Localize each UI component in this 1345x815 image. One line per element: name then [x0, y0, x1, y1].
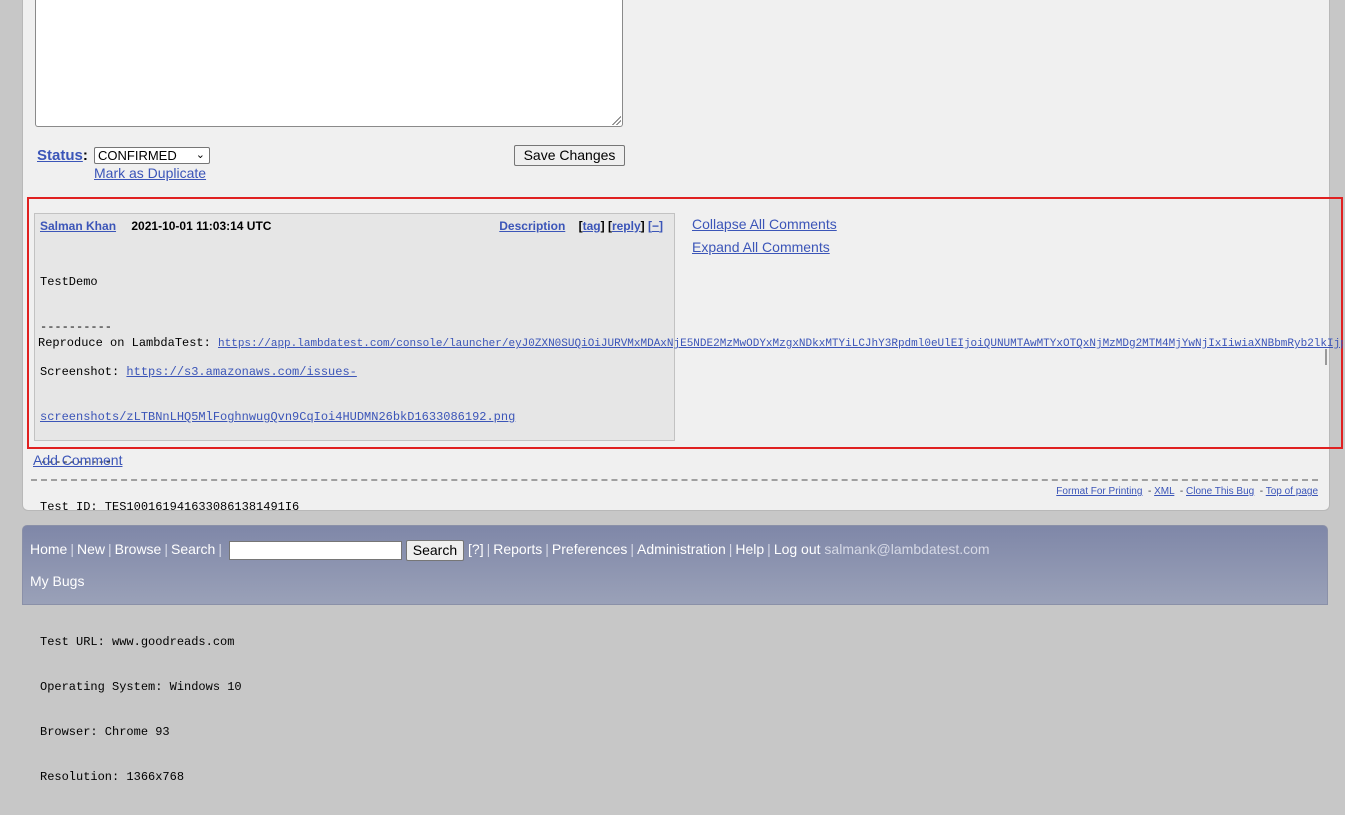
comment-actions: Description [tag] [reply] [−]: [499, 219, 663, 233]
expand-all-comments-link[interactable]: Expand All Comments: [692, 236, 837, 259]
nav-administration[interactable]: Administration: [637, 541, 726, 557]
screenshot-line-cont: screenshots/zLTBNnLHQ5MlFoghnwugQvn9CqIo…: [40, 410, 515, 425]
nav-logout[interactable]: Log out: [774, 541, 821, 557]
description-link[interactable]: Description: [499, 219, 565, 233]
reply-link[interactable]: reply: [612, 219, 641, 233]
nav-help[interactable]: Help: [735, 541, 764, 557]
nav-browse[interactable]: Browse: [115, 541, 162, 557]
format-printing-link[interactable]: Format For Printing: [1056, 486, 1142, 497]
nav-my-bugs[interactable]: My Bugs: [30, 573, 84, 589]
nav-new[interactable]: New: [77, 541, 105, 557]
nav-row: Home | New | Browse | Search | Search [?] | Repor…: [30, 540, 990, 561]
save-changes-button[interactable]: Save Changes: [514, 145, 625, 166]
top-of-page-link[interactable]: Top of page: [1266, 486, 1318, 497]
quick-search-input[interactable]: [228, 541, 402, 560]
comment-timestamp: 2021-10-01 11:03:14 UTC: [131, 219, 272, 233]
comment-author-link[interactable]: Salman Khan: [40, 219, 116, 233]
clone-bug-link[interactable]: Clone This Bug: [1186, 486, 1254, 497]
footer-divider: [31, 479, 1318, 481]
screenshot-line: Screenshot: https://s3.amazonaws.com/iss…: [40, 365, 357, 379]
collapse-comment-toggle[interactable]: [−]: [648, 219, 663, 233]
logged-in-user: salmank@lambdatest.com: [824, 541, 990, 558]
comment-title: TestDemo: [40, 275, 98, 289]
tag-link[interactable]: tag: [583, 219, 601, 233]
comment-header: Salman Khan 2021-10-01 11:03:14 UTC: [40, 219, 271, 233]
test-id-line: Test ID: TES1001619416330861381491I6: [40, 500, 300, 514]
collapse-all-comments-link[interactable]: Collapse All Comments: [692, 213, 837, 236]
bottom-nav-bar: Home | New | Browse | Search | Search [?] | Repor…: [22, 525, 1328, 605]
mark-duplicate-link[interactable]: Mark as Duplicate: [94, 165, 206, 181]
os-line: Operating System: Windows 10: [40, 680, 242, 694]
quick-search-button[interactable]: Search: [405, 540, 465, 561]
nav-search[interactable]: Search: [171, 541, 215, 557]
status-selected-value: CONFIRMED: [98, 148, 177, 163]
status-select[interactable]: CONFIRMED ⌄: [94, 147, 210, 164]
comment-container: Salman Khan 2021-10-01 11:03:14 UTC Desc…: [34, 213, 675, 784]
nav-reports[interactable]: Reports: [493, 541, 542, 557]
browser-line: Browser: Chrome 93: [40, 725, 170, 739]
xml-link[interactable]: XML: [1154, 486, 1174, 497]
screenshot-url-link[interactable]: https://s3.amazonaws.com/issues-: [126, 365, 356, 379]
reproduce-label: Reproduce on LambdaTest:: [38, 336, 219, 350]
comment-divider: ----------: [40, 320, 113, 334]
screenshot-url-link-cont[interactable]: screenshots/zLTBNnLHQ5MlFoghnwugQvn9CqIo…: [40, 410, 515, 424]
overflow-scrollbar[interactable]: [1325, 349, 1327, 365]
resolution-line: Resolution: 1366x768: [40, 770, 185, 784]
resize-grip-icon[interactable]: [612, 116, 621, 125]
test-url-line: Test URL: www.goodreads.com: [40, 635, 235, 649]
nav-preferences[interactable]: Preferences: [552, 541, 627, 557]
reproduce-url-link[interactable]: https://app.lambdatest.com/console/launc…: [218, 338, 1343, 350]
reproduce-line: Reproduce on LambdaTest: https://app.lam…: [38, 336, 1343, 351]
nav-home[interactable]: Home: [30, 541, 67, 557]
quick-search-help-link[interactable]: [?]: [468, 541, 484, 557]
comment-textarea[interactable]: [35, 0, 623, 127]
status-help-link[interactable]: Status: [37, 147, 83, 164]
comment-controls: Collapse All Comments Expand All Comment…: [692, 213, 837, 259]
chevron-down-icon: ⌄: [195, 149, 205, 161]
footer-links: Format For Printing - XML - Clone This B…: [1056, 486, 1318, 497]
status-label: Status:: [37, 147, 88, 164]
add-comment-link[interactable]: Add Comment: [33, 452, 122, 468]
